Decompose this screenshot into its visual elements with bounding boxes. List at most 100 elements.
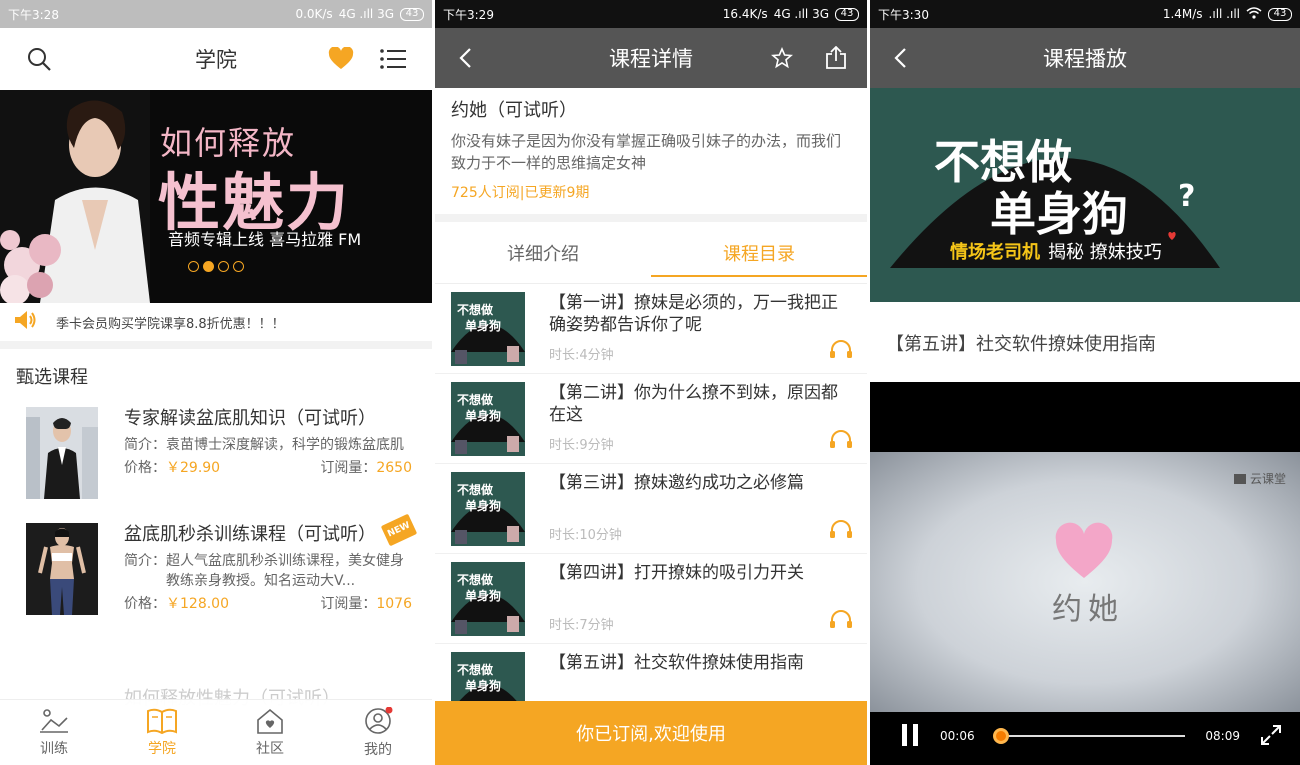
heart-caption: 约她 — [1052, 592, 1124, 627]
status-bar: 下午3:29 16.4K/s 4G .ıll 3G 43 — [435, 0, 867, 28]
back-icon[interactable] — [451, 43, 481, 73]
progress-bar[interactable] — [992, 728, 1186, 744]
thumb-text: 单身狗 — [465, 408, 501, 423]
top-bar: 课程详情 — [435, 28, 867, 88]
course-intro: 袁苗博士深度解读，科学的锻炼盆底肌 — [166, 437, 404, 453]
banner-portrait — [0, 90, 150, 303]
cover-line2: 单身狗 — [990, 187, 1128, 241]
headphones-icon[interactable] — [829, 609, 853, 633]
screen-academy: 下午3:28 0.0K/s 4G .ıll 3G 43 学院 如何释放 性魅力 … — [0, 0, 432, 765]
lesson-duration: 时长:9分钟 — [549, 438, 614, 453]
current-time: 00:06 — [940, 729, 975, 743]
lesson-item[interactable]: 不想做 单身狗 【第二讲】你为什么撩不到妹，原因都在这 时长:9分钟 — [435, 374, 867, 464]
status-bar: 下午3:28 0.0K/s 4G .ıll 3G 43 — [0, 0, 432, 28]
course-description: 你没有妹子是因为你没有掌握正确吸引妹子的办法，而我们致力于不一样的思维搞定女神 — [451, 132, 842, 172]
status-signal: 4G .ıll 3G — [773, 7, 829, 21]
tab-community[interactable]: 社区 — [216, 700, 324, 765]
promo-banner[interactable]: 如何释放 性魅力 音频专辑上线 喜马拉雅 FM — [0, 90, 432, 303]
lesson-item[interactable]: 不想做 单身狗 【第四讲】打开撩妹的吸引力开关 时长:7分钟 — [435, 554, 867, 644]
intro-label: 简介： — [124, 553, 166, 569]
heart-icon[interactable] — [326, 44, 356, 74]
tab-label: 社区 — [256, 740, 284, 757]
section-title: 甄选课程 — [16, 367, 88, 388]
book-icon — [147, 708, 177, 734]
tab-intro[interactable]: 详细介绍 — [435, 222, 651, 283]
lesson-duration: 时长:4分钟 — [549, 348, 614, 363]
course-price: ￥128.00 — [166, 596, 229, 612]
screen-course-detail: 下午3:29 16.4K/s 4G .ıll 3G 43 课程详情 约她（可试听… — [435, 0, 867, 765]
lesson-item[interactable]: 不想做 单身狗 【第三讲】撩妹邀约成功之必修篇 时长:10分钟 — [435, 464, 867, 554]
headphones-icon[interactable] — [829, 519, 853, 543]
tab-label: 我的 — [364, 741, 392, 758]
bottom-tab-bar: 训练 学院 社区 我的 — [0, 699, 432, 765]
video-player[interactable]: 云课堂 约她 00:06 08:09 — [870, 382, 1300, 765]
tab-catalog[interactable]: 课程目录 — [651, 222, 867, 283]
course-cover: 不想做 单身狗 ? 情场老司机 揭秘 撩妹技巧 — [870, 88, 1300, 302]
course-name: 专家解读盆底肌知识（可试听） — [124, 408, 376, 429]
thumb-text: 不想做 — [457, 392, 494, 407]
course-card[interactable]: 盆底肌秒杀训练课程（可试听） 简介： 超人气盆底肌秒杀训练课程，美女健身教练亲身教… — [0, 511, 432, 627]
back-icon[interactable] — [886, 43, 916, 73]
cover-sub-b: 揭秘 撩妹技巧 — [1048, 242, 1162, 263]
status-net: 16.4K/s — [722, 7, 768, 21]
lesson-duration: 时长:10分钟 — [549, 528, 622, 543]
list-menu-icon[interactable] — [378, 44, 408, 74]
headphones-icon[interactable] — [829, 339, 853, 363]
subs-label: 订阅量： — [320, 460, 377, 476]
screen-course-player: 下午3:30 1.4M/s .ıll .ıll 43 课程播放 不想做 单身狗 … — [870, 0, 1300, 765]
lesson-thumbnail: 不想做单身狗 — [451, 292, 525, 366]
notice-bar[interactable]: 季卡会员购买学院课享8.8折优惠！！！ — [0, 303, 432, 349]
course-thumbnail — [26, 407, 98, 499]
subscribed-button[interactable]: 你已订阅,欢迎使用 — [435, 701, 867, 765]
intro-label: 简介： — [124, 437, 166, 453]
battery-icon: 43 — [400, 7, 424, 21]
thumb-text: 不想做 — [457, 482, 494, 497]
tab-academy[interactable]: 学院 — [108, 700, 216, 765]
page-title: 课程播放 — [1043, 47, 1127, 71]
tab-profile[interactable]: 我的 — [324, 700, 432, 765]
lesson-thumbnail: 不想做单身狗 — [451, 382, 525, 456]
thumb-text: 单身狗 — [465, 498, 501, 513]
course-subs: 2650 — [376, 460, 412, 476]
lesson-list: 不想做 单身狗 【第一讲】撩妹是必须的，万一我把正确姿势都告诉你了呢 时长:4分钟… — [435, 284, 867, 734]
subs-label: 订阅量： — [320, 596, 377, 612]
thumb-text: 单身狗 — [465, 588, 501, 603]
brand-watermark: 云课堂 — [1233, 470, 1286, 487]
tab-training[interactable]: 训练 — [0, 700, 108, 765]
headphones-icon[interactable] — [829, 429, 853, 453]
thumb-text: 不想做 — [457, 662, 494, 677]
pause-icon[interactable] — [900, 723, 920, 750]
carousel-dot[interactable] — [233, 261, 244, 272]
course-card[interactable]: 专家解读盆底肌知识（可试听） 简介： 袁苗博士深度解读，科学的锻炼盆底肌 价格：￥… — [0, 395, 432, 511]
thumb-text: 不想做 — [457, 572, 494, 587]
course-name: 盆底肌秒杀训练课程（可试听） — [124, 524, 376, 545]
carousel-dot[interactable] — [218, 261, 229, 272]
thumb-text: 不想做 — [457, 302, 494, 317]
status-time: 下午3:28 — [8, 7, 59, 22]
lesson-thumbnail: 不想做单身狗 — [451, 562, 525, 636]
share-icon[interactable] — [821, 43, 851, 73]
carousel-dot[interactable] — [188, 261, 199, 272]
training-icon — [40, 708, 68, 733]
lesson-duration: 时长:7分钟 — [549, 618, 614, 633]
fullscreen-icon[interactable] — [1260, 724, 1282, 749]
lesson-title: 【第五讲】社交软件撩妹使用指南 — [886, 334, 1156, 355]
carousel-dot-active[interactable] — [203, 261, 214, 272]
tab-label: 学院 — [148, 740, 176, 757]
brand-text: 云课堂 — [1249, 472, 1286, 486]
video-controls: 00:06 08:09 — [870, 707, 1300, 765]
top-bar: 学院 — [0, 28, 432, 90]
lesson-item[interactable]: 不想做 单身狗 【第一讲】撩妹是必须的，万一我把正确姿势都告诉你了呢 时长:4分钟 — [435, 284, 867, 374]
tab-label: 训练 — [40, 740, 68, 757]
price-label: 价格： — [124, 596, 166, 612]
speaker-icon — [14, 310, 38, 334]
star-icon[interactable] — [767, 43, 797, 73]
course-header: 约她（可试听） 你没有妹子是因为你没有掌握正确吸引妹子的办法，而我们致力于不一样… — [435, 88, 867, 214]
course-thumbnail — [26, 523, 98, 615]
notice-text: 季卡会员购买学院课享8.8折优惠！！！ — [56, 316, 285, 332]
carousel-dots — [188, 261, 244, 272]
search-icon[interactable] — [24, 44, 54, 74]
status-signal: .ıll .ıll — [1208, 7, 1240, 21]
progress-knob[interactable] — [992, 728, 1009, 744]
thumb-text: 单身狗 — [465, 318, 501, 333]
